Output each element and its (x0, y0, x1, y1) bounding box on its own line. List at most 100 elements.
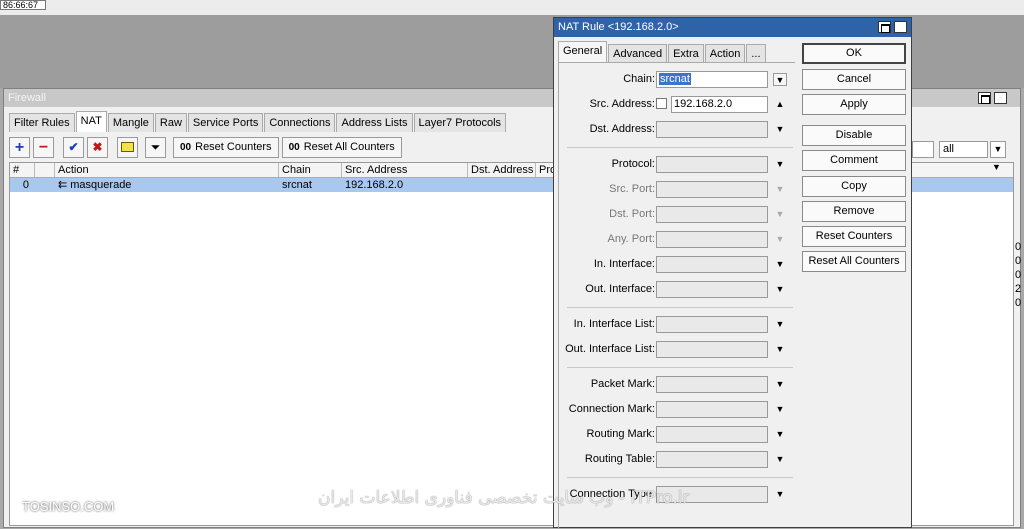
expand-down-icon[interactable]: ▼ (773, 488, 787, 501)
disable-button[interactable]: ✖ (87, 137, 108, 158)
expand-down-icon[interactable]: ▼ (773, 258, 787, 271)
ok-button[interactable]: OK (802, 43, 906, 64)
expand-down-icon: ▼ (775, 209, 785, 219)
in-interface-input[interactable] (656, 256, 768, 273)
tab-more[interactable]: ... (746, 44, 766, 62)
dialog-title: NAT Rule <192.168.2.0> (558, 21, 679, 33)
reset-counters-button[interactable]: 00 Reset Counters (173, 137, 279, 158)
col-chain[interactable]: Chain (279, 163, 342, 177)
tab-advanced[interactable]: Advanced (608, 44, 668, 62)
divider (567, 367, 793, 368)
src-port-row: Src. Port: ▼ (559, 181, 796, 199)
protocol-row: Protocol: ▼ (559, 156, 796, 174)
in-interface-list-row: In. Interface List: ▼ (559, 316, 796, 334)
tab-action[interactable]: Action (704, 44, 746, 62)
firewall-title: Firewall (8, 92, 46, 104)
column-dropdown-icon[interactable]: ▼ (992, 162, 1001, 172)
in-interface-row: In. Interface: ▼ (559, 256, 796, 274)
src-address-negate-checkbox[interactable] (656, 98, 667, 109)
minus-icon: − (38, 139, 49, 156)
out-interface-list-input[interactable] (656, 341, 768, 358)
tab-layer7-protocols[interactable]: Layer7 Protocols (413, 113, 507, 132)
routing-mark-input[interactable] (656, 426, 768, 443)
edge-column: 0 0 0 2 0 (1015, 241, 1022, 309)
note-icon (121, 142, 134, 152)
comment-button[interactable]: Comment (802, 150, 906, 171)
reset-all-counters-button[interactable]: Reset All Counters (802, 251, 906, 272)
tab-nat[interactable]: NAT (75, 111, 107, 132)
remove-button[interactable]: − (33, 137, 54, 158)
collapse-up-icon[interactable]: ▲ (773, 98, 787, 111)
reset-counters-button[interactable]: Reset Counters (802, 226, 906, 247)
funnel-icon: ⏷ (150, 140, 161, 154)
chain-dropdown-icon[interactable]: ▼ (773, 73, 787, 86)
reset-all-counters-button[interactable]: 00 Reset All Counters (281, 137, 402, 158)
tab-filter-rules[interactable]: Filter Rules (9, 113, 75, 132)
apply-button[interactable]: Apply (802, 94, 906, 115)
out-interface-input[interactable] (656, 281, 768, 298)
dst-port-input (656, 206, 768, 223)
close-icon[interactable]: × (894, 21, 907, 33)
tab-general[interactable]: General (558, 41, 608, 62)
divider (567, 307, 793, 308)
check-icon: ✔ (68, 140, 79, 154)
dst-port-row: Dst. Port: ▼ (559, 206, 796, 224)
any-port-row: Any. Port: ▼ (559, 231, 796, 249)
src-port-input (656, 181, 768, 198)
divider (567, 477, 793, 478)
expand-down-icon[interactable]: ▼ (773, 283, 787, 296)
cancel-button[interactable]: Cancel (802, 69, 906, 90)
comment-button[interactable] (117, 137, 138, 158)
expand-down-icon[interactable]: ▼ (773, 343, 787, 356)
col-flags[interactable] (35, 163, 55, 177)
filter-dropdown-icon[interactable]: ▼ (990, 141, 1006, 158)
packet-mark-row: Packet Mark: ▼ (559, 376, 796, 394)
tab-mangle[interactable]: Mangle (107, 113, 154, 132)
find-input[interactable] (912, 141, 934, 158)
connection-mark-input[interactable] (656, 401, 768, 418)
col-src-address[interactable]: Src. Address (342, 163, 468, 177)
add-button[interactable]: + (9, 137, 30, 158)
chain-row: Chain: srcnat ▼ (559, 71, 796, 89)
copy-button[interactable]: Copy (802, 176, 906, 197)
tab-address-lists[interactable]: Address Lists (336, 113, 413, 132)
dialog-tabs: General Advanced Extra Action ... (558, 41, 767, 62)
col-number[interactable]: # (10, 163, 35, 177)
dst-address-input[interactable] (656, 121, 768, 138)
in-interface-list-input[interactable] (656, 316, 768, 333)
tab-service-ports[interactable]: Service Ports (187, 113, 264, 132)
mac-address-fragment: 86:66:67 (0, 0, 46, 10)
tab-connections[interactable]: Connections (264, 113, 336, 132)
expand-down-icon[interactable]: ▼ (773, 403, 787, 416)
src-address-input[interactable]: 192.168.2.0 (671, 96, 768, 113)
expand-down-icon: ▼ (775, 184, 785, 194)
maximize-icon[interactable] (878, 21, 891, 33)
brand-watermark: TOSINSO.COM (22, 499, 115, 514)
protocol-input[interactable] (656, 156, 768, 173)
expand-down-icon[interactable]: ▼ (773, 123, 787, 136)
out-interface-list-row: Out. Interface List: ▼ (559, 341, 796, 359)
maximize-icon[interactable] (978, 92, 991, 104)
close-icon[interactable]: × (994, 92, 1007, 104)
disable-button[interactable]: Disable (802, 125, 906, 146)
expand-down-icon[interactable]: ▼ (773, 318, 787, 331)
col-dst-address[interactable]: Dst. Address (468, 163, 536, 177)
nat-rule-dialog: NAT Rule <192.168.2.0> × General Advance… (553, 17, 912, 529)
plus-icon: + (14, 139, 25, 156)
expand-down-icon[interactable]: ▼ (773, 453, 787, 466)
chain-input[interactable]: srcnat (656, 71, 768, 88)
tab-extra[interactable]: Extra (668, 44, 704, 62)
dialog-title-bar[interactable]: NAT Rule <192.168.2.0> × (554, 18, 911, 37)
tab-raw[interactable]: Raw (154, 113, 187, 132)
packet-mark-input[interactable] (656, 376, 768, 393)
routing-table-input[interactable] (656, 451, 768, 468)
expand-down-icon[interactable]: ▼ (773, 378, 787, 391)
col-action[interactable]: Action (55, 163, 279, 177)
expand-down-icon[interactable]: ▼ (773, 158, 787, 171)
filter-button[interactable]: ⏷ (145, 137, 166, 158)
expand-down-icon[interactable]: ▼ (773, 428, 787, 441)
remove-button[interactable]: Remove (802, 201, 906, 222)
counter-icon: 00 (180, 142, 192, 153)
filter-select[interactable]: all (939, 141, 988, 158)
enable-button[interactable]: ✔ (63, 137, 84, 158)
